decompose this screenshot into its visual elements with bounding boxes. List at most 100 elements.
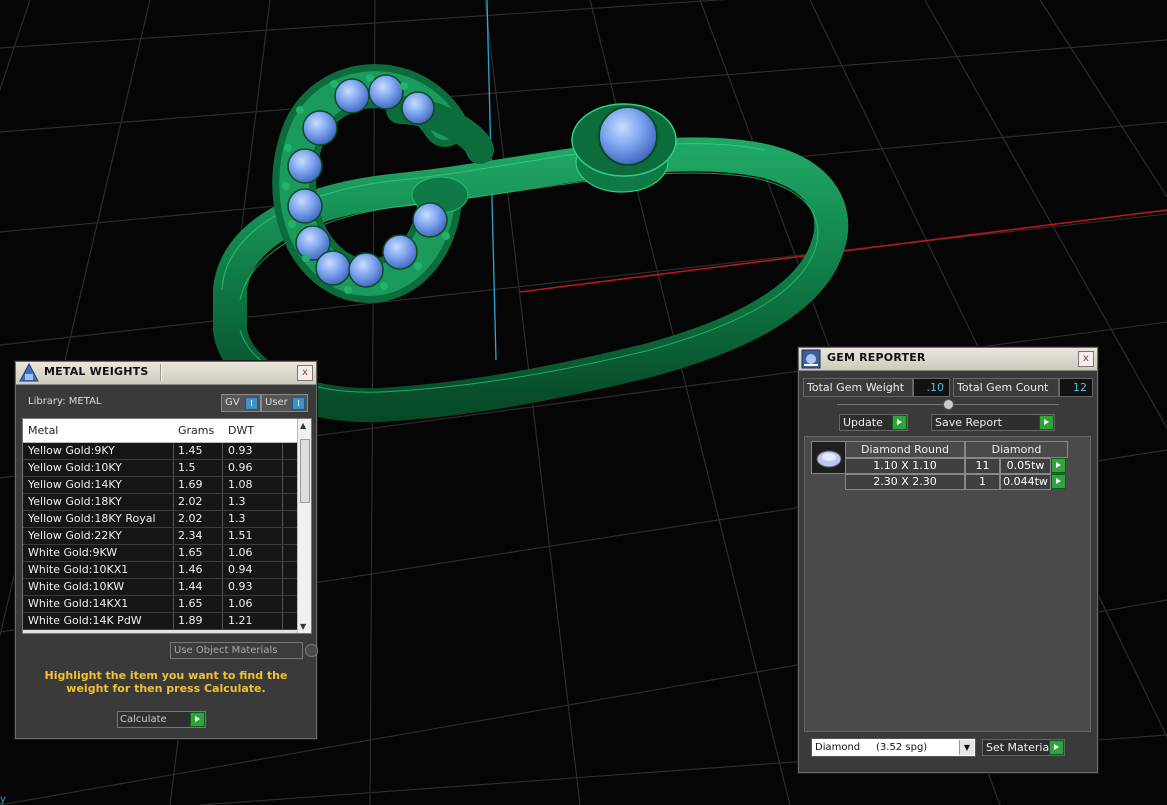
metal-table-scrollbar[interactable]: ▲ ▼ — [297, 419, 311, 633]
column-divider — [173, 545, 174, 561]
calculate-button[interactable]: Calculate — [117, 711, 206, 728]
update-label: Update — [843, 416, 883, 429]
dwt-cell: 1.51 — [228, 529, 253, 542]
column-divider — [222, 545, 223, 561]
column-divider — [282, 579, 283, 595]
use-object-materials-label: Use Object Materials — [174, 645, 278, 656]
table-row[interactable]: Yellow Gold:18KY Royal 2.02 1.3 — [23, 511, 297, 528]
scroll-up-icon[interactable]: ▲ — [300, 421, 306, 430]
table-row[interactable]: White Gold:9KW 1.65 1.06 — [23, 545, 297, 562]
grams-cell: 1.5 — [178, 461, 196, 474]
table-row[interactable]: Yellow Gold:10KY 1.5 0.96 — [23, 460, 297, 477]
dwt-cell: 1.3 — [228, 512, 246, 525]
scroll-down-icon[interactable]: ▼ — [300, 622, 306, 631]
play-icon[interactable] — [190, 712, 205, 727]
metal-name-cell: White Gold:14K PdW — [28, 614, 142, 627]
table-row[interactable]: Yellow Gold:9KY 1.45 0.93 — [23, 443, 297, 460]
metal-name-cell: Yellow Gold:9KY — [28, 444, 115, 457]
column-divider — [173, 443, 174, 459]
column-divider — [282, 494, 283, 510]
metal-name-cell: Yellow Gold:14KY — [28, 478, 122, 491]
grams-cell: 1.69 — [178, 478, 203, 491]
grams-cell: 1.65 — [178, 546, 203, 559]
metal-weights-titlebar[interactable]: METAL WEIGHTS x — [16, 362, 316, 385]
gem-row-2-select-icon[interactable] — [1051, 474, 1066, 489]
metal-name-cell: White Gold:10KX1 — [28, 563, 129, 576]
table-row[interactable]: White Gold:10KX1 1.46 0.94 — [23, 562, 297, 579]
column-divider — [173, 494, 174, 510]
col-grams[interactable]: Grams — [178, 424, 214, 437]
total-gem-weight-label: Total Gem Weight — [803, 378, 913, 397]
column-divider — [282, 545, 283, 561]
table-row[interactable]: Yellow Gold:14KY 1.69 1.08 — [23, 477, 297, 494]
metal-table-header: Metal Grams DWT — [23, 419, 297, 443]
grams-cell: 1.45 — [178, 444, 203, 457]
gem-shape-header: Diamond Round — [845, 441, 965, 458]
gv-toggle[interactable]: GV I — [221, 394, 261, 412]
grams-cell: 2.34 — [178, 529, 203, 542]
col-dwt[interactable]: DWT — [228, 424, 254, 437]
metal-weights-icon — [18, 362, 40, 383]
column-divider — [222, 494, 223, 510]
gem-row-1-weight: 0.05tw — [1000, 458, 1051, 474]
table-row[interactable]: White Gold:14KX1 1.65 1.06 — [23, 596, 297, 613]
grams-cell: 1.46 — [178, 563, 203, 576]
update-button[interactable]: Update — [839, 414, 908, 431]
column-divider — [173, 460, 174, 476]
table-row[interactable]: White Gold:14K PdW 1.89 1.21 — [23, 613, 297, 630]
column-divider — [173, 579, 174, 595]
gem-round-thumbnail[interactable] — [811, 441, 846, 474]
user-toggle[interactable]: User I — [261, 394, 308, 412]
dwt-cell: 1.08 — [228, 478, 253, 491]
panel-slider-knob[interactable] — [943, 399, 954, 410]
library-label: Library: METAL — [28, 396, 102, 407]
table-row[interactable]: Yellow Gold:18KY 2.02 1.3 — [23, 494, 297, 511]
scroll-thumb[interactable] — [300, 439, 310, 503]
update-play-icon[interactable] — [892, 415, 907, 430]
total-gem-count-value: 12 — [1059, 378, 1093, 397]
column-divider — [173, 511, 174, 527]
gv-toggle-indicator: I — [245, 397, 258, 410]
gem-row-2-size: 2.30 X 2.30 — [845, 474, 965, 490]
column-divider — [222, 528, 223, 544]
titlebar-divider — [160, 364, 161, 381]
total-gem-count-label: Total Gem Count — [953, 378, 1059, 397]
dwt-cell: 1.21 — [228, 614, 253, 627]
gem-row-1-size: 1.10 X 1.10 — [845, 458, 965, 474]
metal-rows: Yellow Gold:9KY 1.45 0.93 Yellow Gold:10KY 1… — [23, 443, 297, 630]
gem-reporter-close-button[interactable]: x — [1078, 351, 1094, 367]
set-material-button[interactable]: Set Material — [982, 739, 1065, 756]
use-object-materials-toggle[interactable]: Use Object Materials — [170, 642, 318, 659]
set-material-play-icon[interactable] — [1049, 740, 1064, 755]
set-material-label: Set Material — [986, 741, 1053, 754]
chevron-down-icon[interactable]: ▼ — [959, 740, 974, 755]
gem-reporter-titlebar[interactable]: GEM REPORTER x — [799, 348, 1097, 371]
material-select-value: Diamond (3.52 spg) — [815, 742, 928, 753]
svg-text:y: y — [0, 794, 6, 805]
column-divider — [282, 562, 283, 578]
metal-weights-close-button[interactable]: x — [297, 365, 313, 381]
table-row[interactable]: Yellow Gold:22KY 2.34 1.51 — [23, 528, 297, 545]
column-divider — [282, 477, 283, 493]
col-metal[interactable]: Metal — [28, 424, 58, 437]
gem-row-1-count: 11 — [965, 458, 1000, 474]
gem-row-1-select-icon[interactable] — [1051, 458, 1066, 473]
save-report-play-icon[interactable] — [1039, 415, 1054, 430]
dwt-cell: 1.06 — [228, 597, 253, 610]
dwt-cell: 0.93 — [228, 444, 253, 457]
metal-weights-panel: METAL WEIGHTS x Library: METAL GV I User… — [15, 361, 318, 739]
dwt-cell: 1.06 — [228, 546, 253, 559]
column-divider — [222, 596, 223, 612]
table-row[interactable]: White Gold:10KW 1.44 0.93 — [23, 579, 297, 596]
grams-cell: 2.02 — [178, 495, 203, 508]
column-divider — [222, 511, 223, 527]
save-report-label: Save Report — [935, 416, 1002, 429]
metal-table[interactable]: Metal Grams DWT Yellow Gold:9KY 1.45 0.93 Y… — [22, 418, 312, 634]
save-report-button[interactable]: Save Report — [931, 414, 1055, 431]
dwt-cell: 0.93 — [228, 580, 253, 593]
column-divider — [173, 477, 174, 493]
gem-row-2-count: 1 — [965, 474, 1000, 490]
material-select[interactable]: Diamond (3.52 spg) ▼ — [811, 738, 976, 757]
column-divider — [282, 460, 283, 476]
grams-cell: 2.02 — [178, 512, 203, 525]
